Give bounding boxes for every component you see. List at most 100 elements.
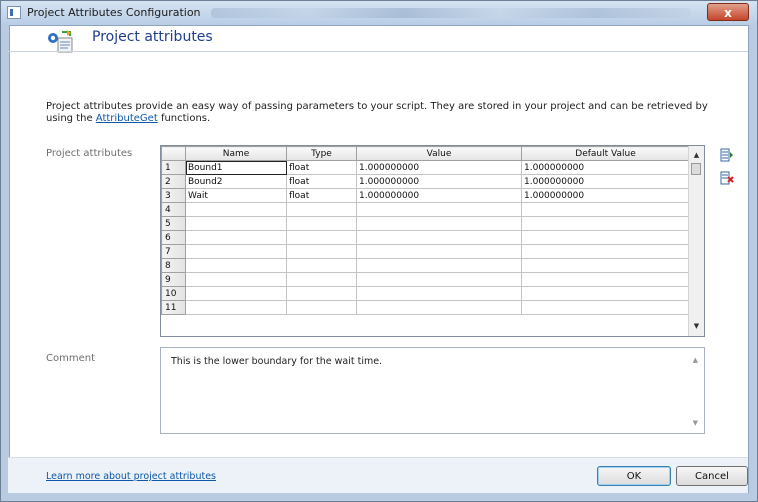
cell-default-value[interactable]	[521, 244, 690, 259]
delete-row-icon[interactable]	[720, 171, 734, 188]
attributes-table: Name Type Value Default Value 1 Bound1 f…	[161, 146, 690, 315]
table-row[interactable]: 2 Bound2 float 1.000000000 1.000000000	[161, 174, 690, 189]
table-row[interactable]: 4	[161, 202, 690, 217]
cell-type[interactable]	[286, 272, 357, 287]
cell-type[interactable]: float	[286, 174, 357, 189]
column-header-type[interactable]: Type	[286, 146, 357, 161]
cell-value[interactable]	[356, 244, 522, 259]
comment-scroll-up-icon[interactable]: ▲	[693, 356, 698, 364]
cell-type[interactable]: float	[286, 160, 357, 175]
cell-type[interactable]	[286, 258, 357, 273]
table-row[interactable]: 11	[161, 300, 690, 315]
cell-name[interactable]: Bound2	[185, 174, 287, 189]
page-title: Project attributes	[92, 29, 213, 45]
cell-name[interactable]	[185, 300, 287, 315]
description: Project attributes provide an easy way o…	[46, 101, 736, 125]
cell-value[interactable]	[356, 230, 522, 245]
cell-default-value[interactable]	[521, 202, 690, 217]
cell-name[interactable]: Bound1	[185, 160, 287, 175]
row-number[interactable]: 7	[161, 244, 186, 259]
comment-text: This is the lower boundary for the wait …	[171, 356, 383, 367]
attributes-icon	[46, 30, 76, 57]
cell-name[interactable]	[185, 230, 287, 245]
cell-name[interactable]: Wait	[185, 188, 287, 203]
cell-value[interactable]: 1.000000000	[356, 188, 522, 203]
add-row-icon[interactable]	[720, 148, 734, 165]
row-number[interactable]: 8	[161, 258, 186, 273]
cell-value[interactable]	[356, 286, 522, 301]
cell-default-value[interactable]: 1.000000000	[521, 174, 690, 189]
cell-value[interactable]	[356, 300, 522, 315]
cell-default-value[interactable]	[521, 230, 690, 245]
cell-default-value[interactable]: 1.000000000	[521, 160, 690, 175]
corner-header	[161, 146, 186, 161]
table-row[interactable]: 9	[161, 272, 690, 287]
cell-name[interactable]	[185, 244, 287, 259]
comment-textarea[interactable]: This is the lower boundary for the wait …	[160, 347, 705, 434]
cell-name[interactable]	[185, 272, 287, 287]
cell-value[interactable]: 1.000000000	[356, 160, 522, 175]
header-divider	[8, 51, 748, 52]
column-header-value[interactable]: Value	[356, 146, 522, 161]
cell-name[interactable]	[185, 286, 287, 301]
comment-scroll-down-icon[interactable]: ▼	[693, 419, 698, 427]
row-number[interactable]: 5	[161, 216, 186, 231]
dialog-footer: Learn more about project attributes OK C…	[8, 457, 748, 493]
cell-default-value[interactable]	[521, 286, 690, 301]
scrollbar-thumb[interactable]	[691, 163, 701, 175]
comment-label: Comment	[46, 353, 95, 364]
cell-value[interactable]	[356, 258, 522, 273]
grid-scrollbar[interactable]: ▲ ▼	[688, 146, 704, 336]
ok-button[interactable]: OK	[597, 466, 671, 486]
cell-type[interactable]	[286, 286, 357, 301]
table-row[interactable]: 3 Wait float 1.000000000 1.000000000	[161, 188, 690, 203]
learn-more-link[interactable]: Learn more about project attributes	[46, 471, 216, 482]
cell-name[interactable]	[185, 258, 287, 273]
row-number[interactable]: 3	[161, 188, 186, 203]
cell-value[interactable]	[356, 216, 522, 231]
scroll-up-arrow-icon[interactable]: ▲	[689, 148, 704, 163]
description-text-end: functions.	[157, 113, 211, 124]
cancel-button[interactable]: Cancel	[676, 466, 748, 486]
cell-type[interactable]	[286, 202, 357, 217]
row-number[interactable]: 6	[161, 230, 186, 245]
table-row[interactable]: 1 Bound1 float 1.000000000 1.000000000	[161, 160, 690, 175]
column-header-name[interactable]: Name	[185, 146, 287, 161]
cell-value[interactable]	[356, 202, 522, 217]
cell-default-value[interactable]	[521, 300, 690, 315]
table-row[interactable]: 8	[161, 258, 690, 273]
attributeget-link[interactable]: AttributeGet	[96, 113, 158, 124]
attributes-label: Project attributes	[46, 148, 133, 159]
cell-name[interactable]	[185, 216, 287, 231]
row-number[interactable]: 9	[161, 272, 186, 287]
cell-name[interactable]	[185, 202, 287, 217]
table-row[interactable]: 6	[161, 230, 690, 245]
title-bar[interactable]: Project Attributes Configuration x	[1, 1, 757, 25]
row-number[interactable]: 4	[161, 202, 186, 217]
cell-value[interactable]: 1.000000000	[356, 174, 522, 189]
cell-default-value[interactable]	[521, 258, 690, 273]
table-row[interactable]: 7	[161, 244, 690, 259]
table-row[interactable]: 10	[161, 286, 690, 301]
row-number[interactable]: 2	[161, 174, 186, 189]
row-number[interactable]: 1	[161, 160, 186, 175]
cell-type[interactable]	[286, 244, 357, 259]
row-number[interactable]: 10	[161, 286, 186, 301]
attributes-grid[interactable]: Name Type Value Default Value 1 Bound1 f…	[160, 145, 705, 337]
row-number[interactable]: 11	[161, 300, 186, 315]
scroll-down-arrow-icon[interactable]: ▼	[689, 319, 704, 334]
cell-default-value[interactable]	[521, 272, 690, 287]
window-title: Project Attributes Configuration	[27, 6, 201, 19]
cell-value[interactable]	[356, 272, 522, 287]
cell-type[interactable]	[286, 216, 357, 231]
cell-type[interactable]: float	[286, 188, 357, 203]
cell-default-value[interactable]	[521, 216, 690, 231]
table-row[interactable]: 5	[161, 216, 690, 231]
cell-type[interactable]	[286, 300, 357, 315]
column-header-default-value[interactable]: Default Value	[521, 146, 690, 161]
cell-default-value[interactable]: 1.000000000	[521, 188, 690, 203]
close-icon: x	[724, 6, 732, 20]
close-button[interactable]: x	[707, 3, 749, 21]
cell-type[interactable]	[286, 230, 357, 245]
table-header-row: Name Type Value Default Value	[161, 146, 690, 161]
